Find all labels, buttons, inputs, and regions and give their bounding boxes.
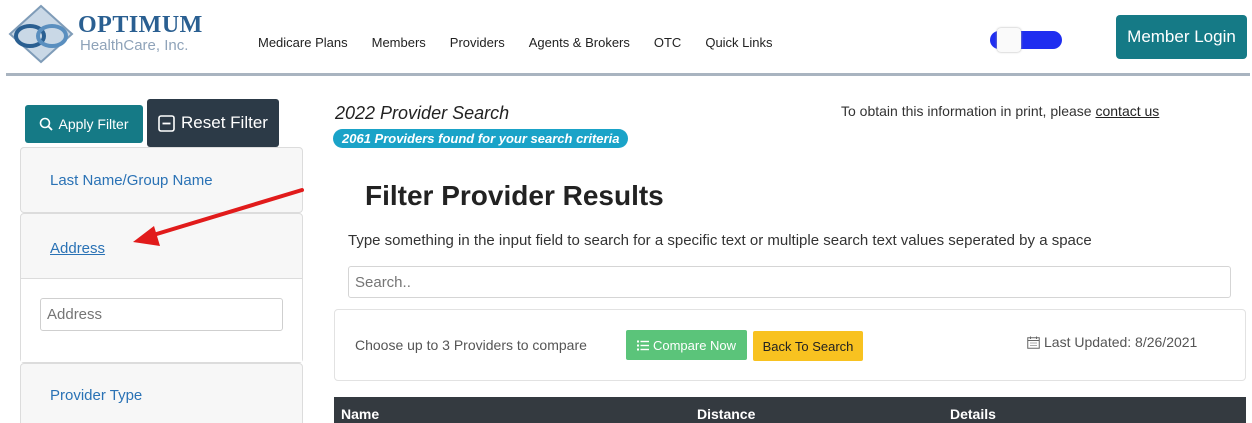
minus-square-icon — [158, 114, 175, 132]
last-updated-text: Last Updated: 8/26/2021 — [1044, 334, 1198, 350]
print-note: To obtain this information in print, ple… — [841, 103, 1159, 119]
logo-name: OPTIMUM — [78, 12, 203, 38]
calendar-icon — [1027, 336, 1040, 349]
search-icon — [40, 117, 54, 131]
nav-agents-brokers[interactable]: Agents & Brokers — [529, 35, 630, 50]
provider-type-filter-label[interactable]: Provider Type — [50, 387, 142, 404]
site-header: OPTIMUM HealthCare, Inc. Medicare Plans … — [0, 0, 1252, 76]
last-updated: Last Updated: 8/26/2021 — [1027, 334, 1197, 350]
column-header-name[interactable]: Name — [341, 406, 379, 422]
filter-description: Type something in the input field to sea… — [348, 232, 1092, 249]
compare-now-label: Compare Now — [652, 337, 737, 353]
column-header-details[interactable]: Details — [950, 406, 996, 422]
apply-filter-button[interactable]: Apply Filter — [25, 105, 143, 143]
nav-otc[interactable]: OTC — [654, 35, 681, 50]
list-icon — [636, 340, 649, 350]
nav-quick-links[interactable]: Quick Links — [705, 35, 772, 50]
contact-us-link[interactable]: contact us — [1095, 103, 1159, 119]
nav-providers[interactable]: Providers — [450, 35, 505, 50]
back-to-search-button[interactable]: Back To Search — [753, 331, 863, 361]
filter-heading: Filter Provider Results — [365, 180, 664, 211]
nav-medicare-plans[interactable]: Medicare Plans — [258, 35, 348, 50]
print-note-text: To obtain this information in print, ple… — [841, 103, 1092, 119]
results-table-header: Name Distance Details — [334, 397, 1246, 423]
nav-members[interactable]: Members — [372, 35, 426, 50]
main-nav: Medicare Plans Members Providers Agents … — [258, 35, 797, 50]
optimum-logo[interactable]: OPTIMUM HealthCare, Inc. — [8, 4, 208, 64]
toggle-knob — [997, 28, 1021, 52]
search-input[interactable] — [348, 266, 1231, 298]
compare-text: Choose up to 3 Providers to compare — [355, 337, 587, 353]
address-filter-label[interactable]: Address — [50, 240, 105, 257]
column-header-distance[interactable]: Distance — [697, 406, 755, 422]
address-input[interactable] — [40, 298, 283, 331]
logo-subtitle: HealthCare, Inc. — [80, 37, 189, 54]
apply-filter-label: Apply Filter — [58, 116, 129, 132]
filter-panel-provider-type[interactable]: Provider Type — [20, 363, 303, 423]
page-title: 2022 Provider Search — [335, 103, 510, 123]
header-divider — [6, 73, 1250, 76]
last-name-filter-label[interactable]: Last Name/Group Name — [50, 172, 213, 189]
reset-filter-label: Reset Filter — [181, 113, 268, 132]
accessibility-toggle[interactable] — [990, 28, 1062, 52]
reset-filter-button[interactable]: Reset Filter — [147, 99, 279, 147]
filter-panel-address: Address — [20, 213, 303, 363]
results-count-badge: 2061 Providers found for your search cri… — [333, 129, 629, 148]
filter-panel-last-name[interactable]: Last Name/Group Name — [20, 147, 303, 213]
member-login-button[interactable]: Member Login — [1116, 15, 1247, 59]
logo-mark-icon — [8, 4, 74, 64]
compare-now-button[interactable]: Compare Now — [626, 330, 747, 360]
